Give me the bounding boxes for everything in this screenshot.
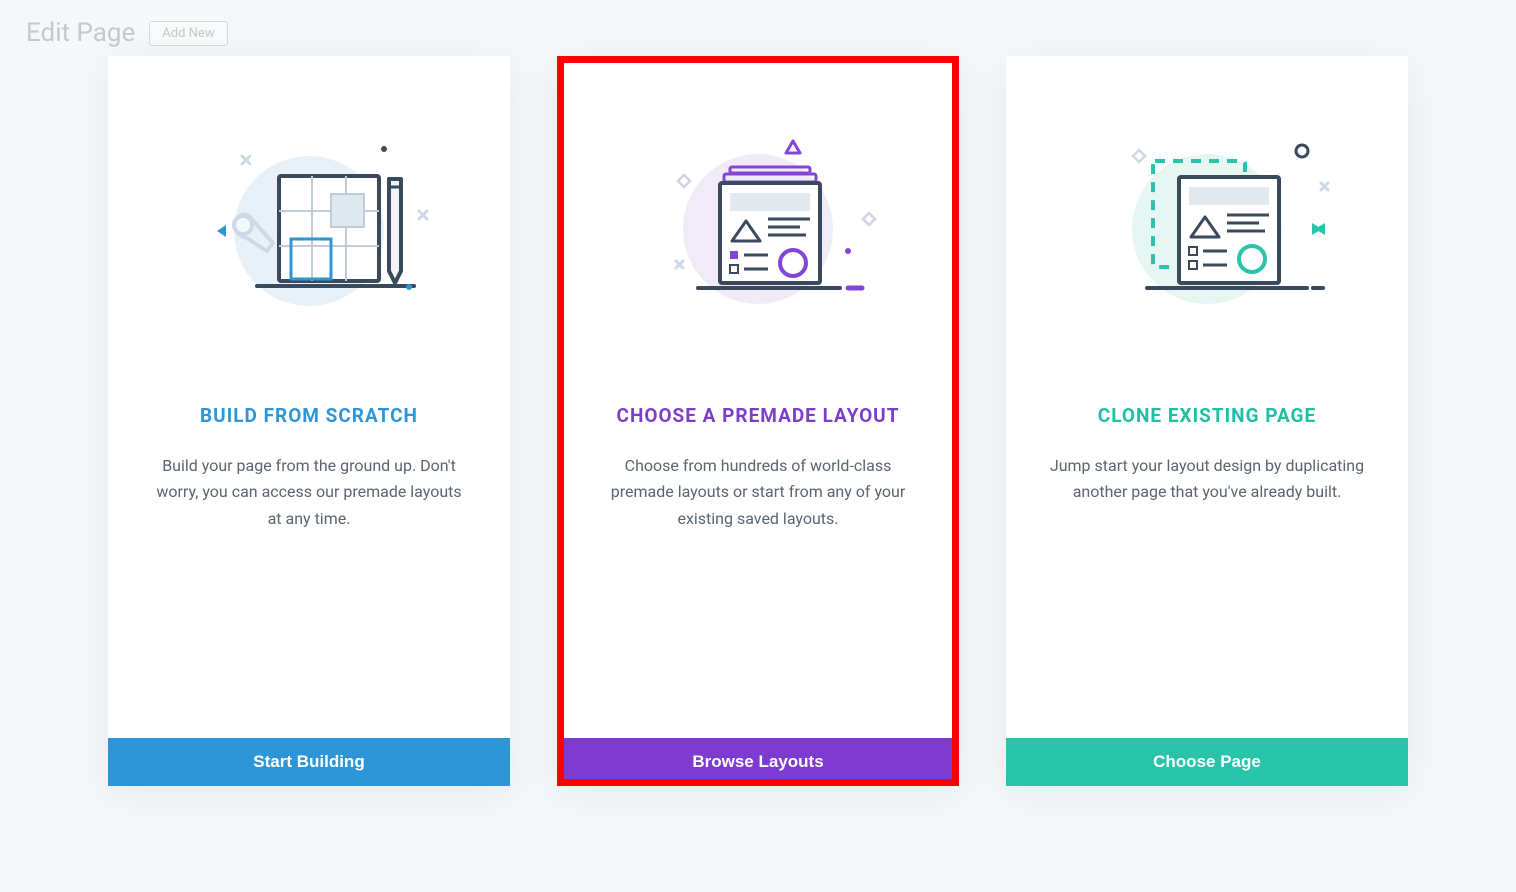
choose-page-button[interactable]: Choose Page — [1006, 738, 1408, 786]
premade-card-description: Choose from hundreds of world-class prem… — [597, 453, 919, 532]
clone-card-content: CLONE EXISTING PAGE Jump start your layo… — [1006, 386, 1408, 738]
browse-layouts-button[interactable]: Browse Layouts — [557, 738, 959, 786]
scratch-card-title: BUILD FROM SCRATCH — [148, 404, 470, 427]
scratch-illustration — [108, 56, 510, 386]
premade-card-content: CHOOSE A PREMADE LAYOUT Choose from hund… — [557, 386, 959, 738]
premade-illustration — [557, 56, 959, 386]
premade-layout-card: CHOOSE A PREMADE LAYOUT Choose from hund… — [557, 56, 959, 786]
scratch-card-content: BUILD FROM SCRATCH Build your page from … — [108, 386, 510, 738]
scratch-card-description: Build your page from the ground up. Don'… — [148, 453, 470, 532]
page-title: Edit Page — [26, 18, 135, 48]
option-cards-row: BUILD FROM SCRATCH Build your page from … — [0, 0, 1516, 786]
clone-page-card: CLONE EXISTING PAGE Jump start your layo… — [1006, 56, 1408, 786]
premade-card-title: CHOOSE A PREMADE LAYOUT — [597, 404, 919, 427]
start-building-button[interactable]: Start Building — [108, 738, 510, 786]
clone-card-description: Jump start your layout design by duplica… — [1046, 453, 1368, 506]
clone-card-title: CLONE EXISTING PAGE — [1046, 404, 1368, 427]
build-from-scratch-card: BUILD FROM SCRATCH Build your page from … — [108, 56, 510, 786]
page-header-bar: Edit Page Add New — [26, 18, 228, 48]
clone-illustration — [1006, 56, 1408, 386]
add-new-button[interactable]: Add New — [149, 21, 227, 46]
